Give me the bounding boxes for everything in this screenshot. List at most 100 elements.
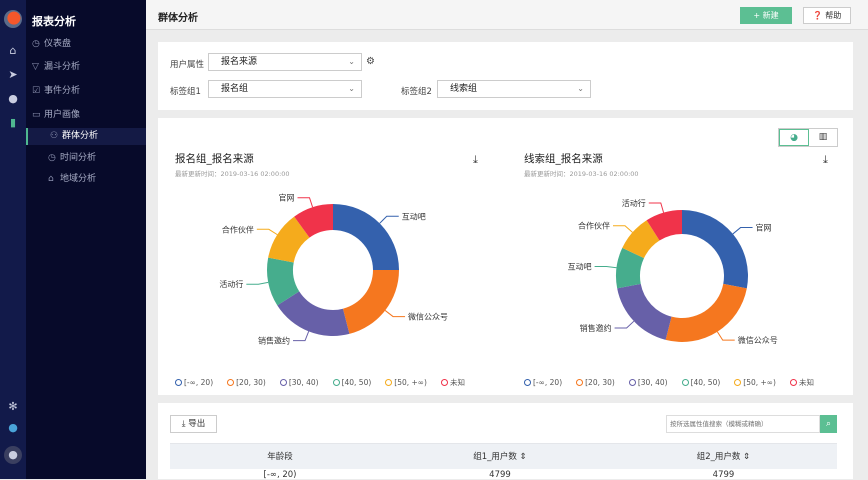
gear-icon[interactable]: ⚙ — [366, 56, 375, 67]
legend-label: 未知 — [449, 378, 465, 387]
label-leader-line — [594, 265, 617, 269]
legend-item[interactable]: [30, 40) — [628, 377, 668, 388]
slice-label: 互动吧 — [402, 211, 426, 221]
donut-slice[interactable] — [682, 210, 748, 289]
settings-icon[interactable]: ✻ — [6, 400, 20, 414]
label-leader-line — [614, 320, 635, 329]
donut-slice[interactable] — [342, 270, 399, 334]
legend-label: [30, 40) — [288, 378, 319, 387]
legend-label: [20, 30) — [236, 378, 266, 387]
column-header-group2[interactable]: 组2_用户数 ⇕ — [610, 445, 837, 469]
legend-label: [30, 40) — [637, 378, 668, 387]
sidebar-item-label: 用户画像 — [44, 110, 81, 120]
column-header-age: 年龄段 — [267, 452, 293, 462]
sidebar-item-event[interactable]: ☑ 事件分析 — [26, 83, 146, 100]
export-button[interactable]: ⤓ 导出 — [170, 415, 217, 433]
chart-icon[interactable]: ▮ — [6, 116, 20, 130]
legend-item[interactable]: [20, 30) — [576, 377, 615, 388]
label-leader-line — [648, 202, 665, 213]
legend-circle-icon — [175, 379, 182, 386]
legend-circle-icon — [524, 379, 531, 386]
legend-label: [40, 50) — [341, 378, 372, 387]
send-icon[interactable]: ➤ — [6, 68, 20, 82]
chart1-legend: [-∞, 20) [20, 30) [30, 40) [40, 50) [50, +∞)… — [175, 377, 479, 388]
sidebar-item-label: 地域分析 — [60, 174, 97, 184]
sidebar: 报表分析 ◷ 仪表盘 ▽ 漏斗分析 ☑ 事件分析 ▭ 用户画像 ⚇ 群体分析 ◷ 时间分析 … — [26, 0, 146, 479]
legend-item[interactable]: [50, +∞) — [734, 377, 776, 388]
legend-item[interactable]: [30, 40) — [279, 377, 319, 388]
legend-circle-icon — [279, 379, 287, 386]
legend-item[interactable]: [40, 50) — [681, 377, 721, 388]
icon-rail: ⌂ ➤ ● ▮ ✻ ● ● — [0, 0, 26, 479]
donut-slice[interactable] — [665, 283, 747, 342]
group-icon: ⚇ — [50, 131, 59, 141]
legend-item[interactable]: [20, 30) — [227, 377, 266, 388]
home-icon[interactable]: ⌂ — [6, 44, 20, 58]
chart2-legend: [-∞, 20) [20, 30) [30, 40) [40, 50) [50, +∞)… — [524, 377, 828, 388]
clock-icon: ◷ — [48, 153, 56, 163]
donut-charts: 互动吧微信公众号销售邀约活动行合作伙伴官网官网微信公众号销售邀约互动吧合作伙伴活… — [219, 193, 778, 346]
legend-circle-icon — [681, 379, 689, 386]
label-leader-line — [716, 331, 735, 341]
legend-item[interactable]: [50, +∞) — [385, 377, 427, 388]
label-leader-line — [297, 197, 314, 208]
tag2-select[interactable]: 线索组 ⌄ — [437, 80, 591, 98]
user-icon[interactable]: ● — [6, 92, 20, 106]
search-button[interactable]: ⌕ — [820, 415, 837, 433]
legend-item[interactable]: [40, 50) — [332, 377, 372, 388]
help-icon: ❓ — [812, 11, 823, 20]
chevron-down-icon: ⌄ — [348, 57, 355, 66]
help-label: 帮助 — [825, 11, 842, 20]
sidebar-item-profile[interactable]: ▭ 用户画像 — [26, 107, 146, 124]
sidebar-item-region[interactable]: ⌂ 地域分析 — [26, 171, 146, 188]
label-leader-line — [246, 281, 269, 285]
legend-label: [50, +∞) — [394, 378, 427, 387]
slice-label: 销售邀约 — [258, 336, 290, 346]
chevron-down-icon: ⌄ — [348, 84, 355, 93]
avatar[interactable]: ● — [4, 446, 22, 464]
legend-label: 未知 — [798, 378, 814, 387]
tag1-select[interactable]: 报名组 ⌄ — [208, 80, 362, 98]
legend-circle-icon — [628, 379, 636, 386]
help-button[interactable]: ❓ 帮助 — [803, 7, 851, 24]
select-value: 报名来源 — [221, 57, 258, 67]
search-input[interactable] — [666, 415, 820, 433]
sidebar-title: 报表分析 — [32, 15, 76, 28]
legend-label: [40, 50) — [690, 378, 721, 387]
legend-circle-icon — [332, 379, 340, 386]
sidebar-item-label: 时间分析 — [60, 153, 97, 163]
legend-item[interactable]: 未知 — [789, 377, 814, 388]
legend-item[interactable]: 未知 — [440, 377, 465, 388]
sidebar-item-dashboard[interactable]: ◷ 仪表盘 — [26, 36, 146, 53]
legend-circle-icon — [734, 379, 742, 386]
user-attr-label: 用户属性 — [170, 60, 205, 70]
slice-label: 销售邀约 — [580, 323, 612, 333]
folder-icon: ▭ — [32, 110, 41, 120]
donut-slice[interactable] — [617, 283, 672, 340]
chat-icon[interactable]: ● — [6, 421, 20, 435]
slice-label: 微信公众号 — [738, 335, 778, 345]
sidebar-item-group[interactable]: ⚇ 群体分析 — [26, 128, 146, 145]
sidebar-item-label: 仪表盘 — [44, 39, 72, 49]
page-title: 群体分析 — [158, 13, 198, 24]
sidebar-item-time[interactable]: ◷ 时间分析 — [26, 150, 146, 167]
column-header-group1[interactable]: 组1_用户数 ⇕ — [390, 445, 610, 469]
user-attr-select[interactable]: 报名来源 ⌄ — [208, 53, 362, 71]
legend-circle-icon — [227, 379, 235, 386]
filter-card: 用户属性 报名来源 ⌄ ⚙ 标签组1 报名组 ⌄ 标签组2 线索组 ⌄ — [158, 42, 853, 110]
label-leader-line — [732, 227, 753, 235]
label-leader-line — [256, 228, 278, 236]
sidebar-item-funnel[interactable]: ▽ 漏斗分析 — [26, 59, 146, 76]
legend-label: [50, +∞) — [743, 378, 776, 387]
search-icon: ⌕ — [825, 419, 832, 429]
slice-label: 合作伙伴 — [222, 224, 254, 234]
label-leader-line — [384, 310, 406, 318]
app-logo[interactable] — [4, 10, 22, 28]
new-button[interactable]: + 新建 — [740, 7, 792, 24]
donut-slice[interactable] — [333, 204, 399, 270]
legend-item[interactable]: [-∞, 20) — [524, 377, 562, 388]
download-icon: ⤓ — [181, 419, 186, 429]
label-leader-line — [293, 331, 310, 342]
legend-item[interactable]: [-∞, 20) — [175, 377, 213, 388]
legend-circle-icon — [789, 379, 797, 386]
